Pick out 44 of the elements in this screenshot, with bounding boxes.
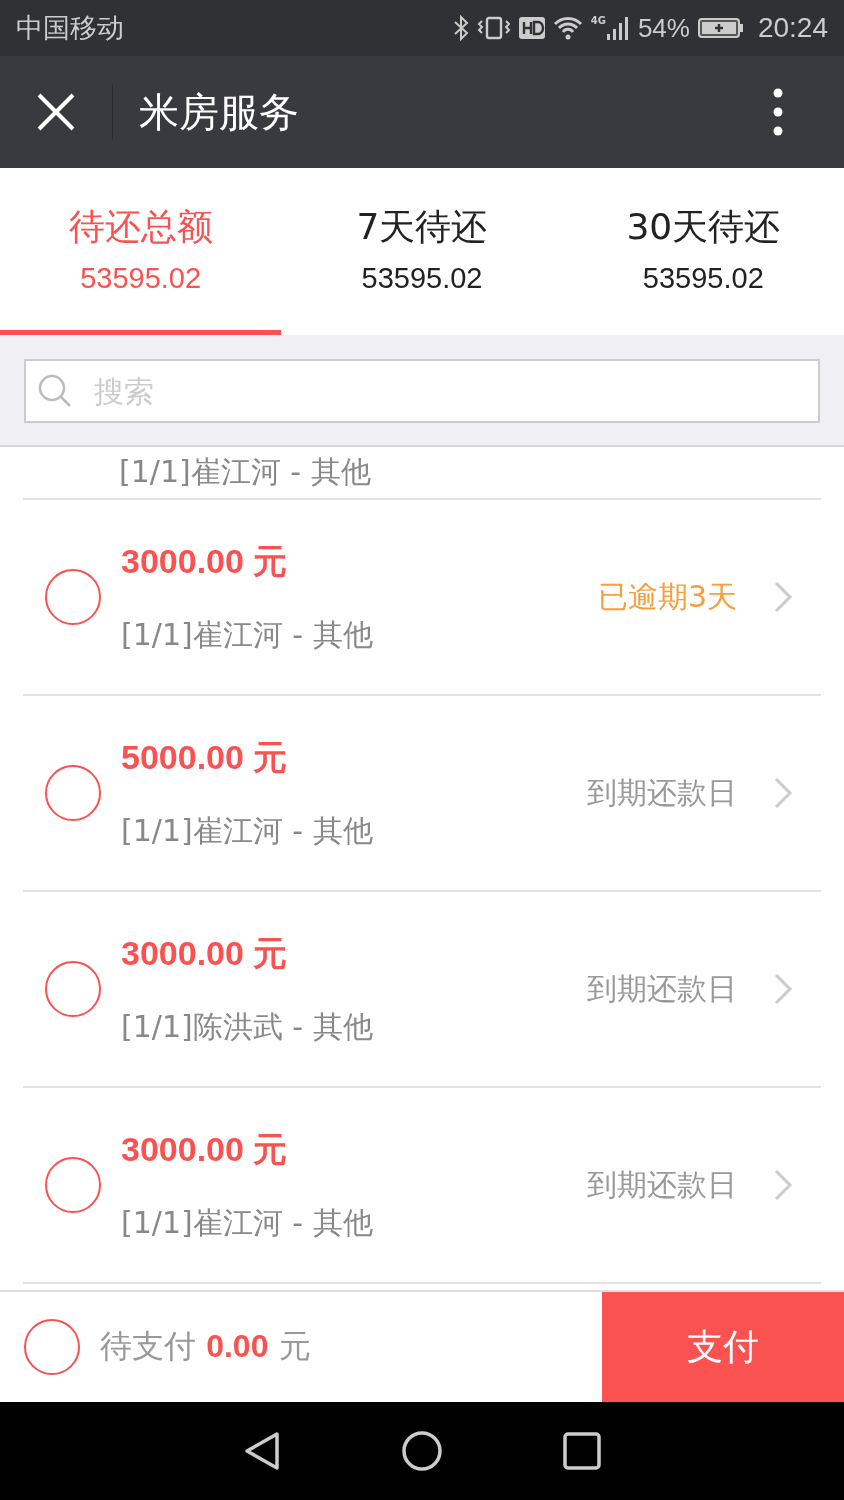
- due-status: 到期还款日: [587, 1165, 737, 1204]
- bill-row[interactable]: 5000.00 元 [1/1]崔江河 - 其他 到期还款日: [23, 696, 821, 892]
- page-title: 米房服务: [139, 87, 300, 137]
- bill-amount: 5000.00 元: [121, 736, 289, 778]
- carrier-name: 中国移动: [16, 11, 124, 45]
- chevron-right-icon: [773, 776, 793, 810]
- recent-apps-button[interactable]: [563, 1432, 601, 1470]
- close-icon: [36, 92, 76, 132]
- bill-amount: 3000.00 元: [121, 1128, 289, 1170]
- wifi-icon: [552, 16, 583, 40]
- clock-time: 20:24: [757, 12, 828, 44]
- select-checkbox[interactable]: [45, 961, 101, 1017]
- due-status: 已逾期3天: [597, 577, 737, 616]
- chevron-right-icon: [773, 1168, 793, 1202]
- bill-subtitle: [1/1]陈洪武 - 其他: [121, 1007, 374, 1046]
- bill-amount: 3000.00 元: [121, 540, 289, 582]
- pending-total: 待支付 0.00 元: [100, 1326, 311, 1367]
- select-checkbox[interactable]: [45, 1157, 101, 1213]
- bill-subtitle: [1/1]崔江河 - 其他: [119, 453, 371, 491]
- due-status: 到期还款日: [587, 773, 737, 812]
- select-checkbox[interactable]: [45, 765, 101, 821]
- bill-subtitle: [1/1]崔江河 - 其他: [121, 1203, 374, 1242]
- bill-row[interactable]: 3000.00 元 [1/1]崔江河 - 其他 到期还款日: [23, 1088, 821, 1284]
- hd-icon: [518, 17, 545, 39]
- bill-subtitle: [1/1]崔江河 - 其他: [121, 615, 374, 654]
- bill-subtitle: [1/1]崔江河 - 其他: [121, 811, 374, 850]
- vibrate-icon: [476, 15, 511, 41]
- bill-row[interactable]: 3000.00 元 [1/1]崔江河 - 其他 已逾期3天: [23, 500, 821, 696]
- home-button[interactable]: [401, 1430, 443, 1472]
- pay-button[interactable]: 支付: [602, 1292, 844, 1402]
- more-icon: [773, 88, 783, 136]
- network-label: 4G: [590, 15, 606, 26]
- signal-icon: [605, 15, 630, 41]
- chevron-right-icon: [773, 972, 793, 1006]
- bill-row[interactable]: 3000.00 元 [1/1]陈洪武 - 其他 到期还款日: [23, 892, 821, 1088]
- bluetooth-icon: [452, 15, 469, 41]
- battery-percent: 54%: [637, 12, 690, 44]
- battery-icon: [697, 17, 744, 39]
- back-button[interactable]: [243, 1431, 281, 1471]
- due-status: 到期还款日: [587, 969, 737, 1008]
- select-all-checkbox[interactable]: [24, 1319, 80, 1375]
- bill-amount: 3000.00 元: [121, 932, 289, 974]
- chevron-right-icon: [773, 580, 793, 614]
- select-checkbox[interactable]: [45, 569, 101, 625]
